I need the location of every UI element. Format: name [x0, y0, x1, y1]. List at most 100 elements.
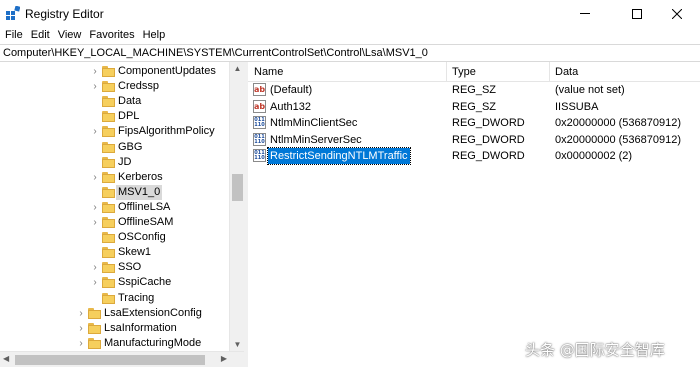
tree-item[interactable]: GBG: [0, 140, 230, 155]
value-row[interactable]: ab Auth132 REG_SZ IISSUBA: [248, 99, 700, 115]
folder-icon: [102, 277, 115, 289]
tree-item[interactable]: › LsaExtensionConfig: [0, 306, 230, 321]
expand-chevron-icon[interactable]: ›: [90, 200, 100, 215]
value-type: REG_SZ: [452, 84, 497, 96]
menu-view[interactable]: View: [54, 27, 86, 44]
menu-file[interactable]: File: [0, 27, 27, 44]
key-tree: › ComponentUpdates › Credssp Data DPL › FipsAlg…: [0, 62, 244, 367]
tree-item-label: OfflineSAM: [118, 216, 174, 228]
folder-icon: [102, 81, 115, 93]
menu-help[interactable]: Help: [139, 27, 170, 44]
tree-item-label: JD: [118, 155, 132, 168]
title-bar: Registry Editor: [0, 0, 700, 27]
tree-item-label: GBG: [118, 140, 143, 153]
column-header-name[interactable]: Name: [248, 62, 283, 82]
value-data: IISSUBA: [555, 100, 599, 113]
tree-item-label: SspiCache: [118, 276, 172, 289]
scroll-thumb[interactable]: [232, 174, 243, 201]
tree-item[interactable]: › OfflineLSA: [0, 200, 230, 215]
values-list: Name Type Data ab (Default) REG_SZ (value n…: [248, 62, 700, 367]
expand-chevron-icon[interactable]: ›: [90, 79, 100, 94]
scroll-up-icon[interactable]: ▲: [230, 64, 245, 73]
tree-item[interactable]: › ManufacturingMode: [0, 336, 230, 351]
horizontal-scroll-thumb[interactable]: [15, 355, 205, 365]
tree-item[interactable]: › SSO: [0, 260, 230, 275]
tree-item[interactable]: MSV1_0: [0, 184, 230, 200]
folder-icon: [102, 141, 115, 153]
folder-icon: [102, 111, 115, 123]
tree-item[interactable]: › FipsAlgorithmPolicy: [0, 124, 230, 139]
scroll-right-icon[interactable]: ▶: [221, 354, 227, 363]
folder-icon: [102, 201, 115, 213]
expand-chevron-icon[interactable]: ›: [90, 275, 100, 290]
tree-horizontal-scrollbar[interactable]: ◀ ▶: [0, 351, 244, 367]
expand-chevron-icon[interactable]: ›: [90, 170, 100, 185]
value-row[interactable]: ab (Default) REG_SZ (value not set): [248, 82, 700, 98]
scroll-down-icon[interactable]: ▼: [230, 340, 245, 349]
value-name: Auth132: [270, 100, 311, 113]
tree-vertical-scrollbar[interactable]: ▲ ▼: [229, 62, 244, 351]
tree-item-label: Tracing: [118, 291, 155, 304]
expand-chevron-icon[interactable]: ›: [90, 64, 100, 79]
tree-item-label: Kerberos: [118, 170, 163, 183]
folder-icon: [102, 217, 115, 228]
tree-item[interactable]: OSConfig: [0, 230, 230, 245]
expand-chevron-icon[interactable]: ›: [76, 306, 86, 321]
close-button[interactable]: [654, 0, 700, 27]
tree-item[interactable]: DPL: [0, 109, 230, 124]
value-type: REG_DWORD: [452, 150, 525, 163]
value-data: 0x20000000 (536870912): [555, 117, 682, 130]
value-name: (Default): [270, 84, 313, 96]
expand-chevron-icon[interactable]: ›: [90, 215, 100, 230]
registry-editor-icon: [6, 6, 20, 20]
tree-item[interactable]: Skew1: [0, 245, 230, 260]
folder-icon: [88, 337, 101, 349]
tree-item[interactable]: › OfflineSAM: [0, 215, 230, 230]
dword-value-icon: 011 110: [253, 149, 266, 163]
tree-item-label: Credssp: [118, 80, 159, 93]
folder-icon: [102, 126, 115, 138]
tree-item[interactable]: › SspiCache: [0, 275, 230, 290]
value-name: RestrictSendingNTLMTraffic: [267, 147, 411, 166]
expand-chevron-icon[interactable]: ›: [90, 124, 100, 139]
column-header-type[interactable]: Type: [446, 62, 476, 82]
expand-chevron-icon[interactable]: ›: [76, 336, 86, 351]
tree-item-label: DPL: [118, 110, 140, 123]
minimize-button[interactable]: [562, 0, 608, 27]
tree-item[interactable]: Tracing: [0, 291, 230, 306]
scroll-left-icon[interactable]: ◀: [3, 354, 9, 363]
value-row[interactable]: 011 110 NtlmMinServerSec REG_DWORD 0x2000000…: [248, 132, 700, 148]
string-value-icon: ab: [253, 99, 266, 113]
menu-edit[interactable]: Edit: [27, 27, 54, 44]
column-header-data[interactable]: Data: [549, 62, 578, 82]
watermark: 头条 @国际安全智库: [525, 341, 665, 359]
tree-item[interactable]: › ComponentUpdates: [0, 64, 230, 79]
tree-item-label: Data: [118, 95, 142, 108]
value-row[interactable]: 011 110 NtlmMinClientSec REG_DWORD 0x2000000…: [248, 115, 700, 131]
tree-item-label: Skew1: [118, 246, 152, 259]
value-name: NtlmMinServerSec: [270, 133, 362, 146]
menu-favorites[interactable]: Favorites: [85, 27, 138, 44]
tree-item[interactable]: JD: [0, 155, 230, 170]
tree-item[interactable]: › Kerberos: [0, 170, 230, 185]
tree-item-label: OSConfig: [118, 231, 166, 244]
expand-chevron-icon[interactable]: ›: [76, 321, 86, 336]
value-row[interactable]: 011 110 RestrictSendingNTLMTraffic REG_DWOR…: [248, 147, 700, 166]
tree-item-label: ComponentUpdates: [118, 65, 216, 77]
tree-item[interactable]: › LsaInformation: [0, 321, 230, 336]
address-bar[interactable]: Computer\HKEY_LOCAL_MACHINE\SYSTEM\Curre…: [0, 44, 700, 62]
value-type: REG_DWORD: [452, 117, 525, 130]
tree-item-label: LsaExtensionConfig: [104, 306, 202, 319]
tree-item[interactable]: › Credssp: [0, 79, 230, 94]
value-data: 0x20000000 (536870912): [555, 133, 682, 146]
tree-item-label: SSO: [118, 261, 142, 274]
folder-icon: [102, 156, 115, 168]
tree-item[interactable]: Data: [0, 94, 230, 109]
tree-item-label: FipsAlgorithmPolicy: [118, 125, 215, 138]
close-icon: [672, 8, 682, 19]
folder-icon: [102, 247, 115, 259]
folder-icon: [102, 66, 115, 77]
folder-icon: [88, 307, 101, 319]
expand-chevron-icon[interactable]: ›: [90, 260, 100, 275]
folder-icon: [102, 96, 115, 108]
